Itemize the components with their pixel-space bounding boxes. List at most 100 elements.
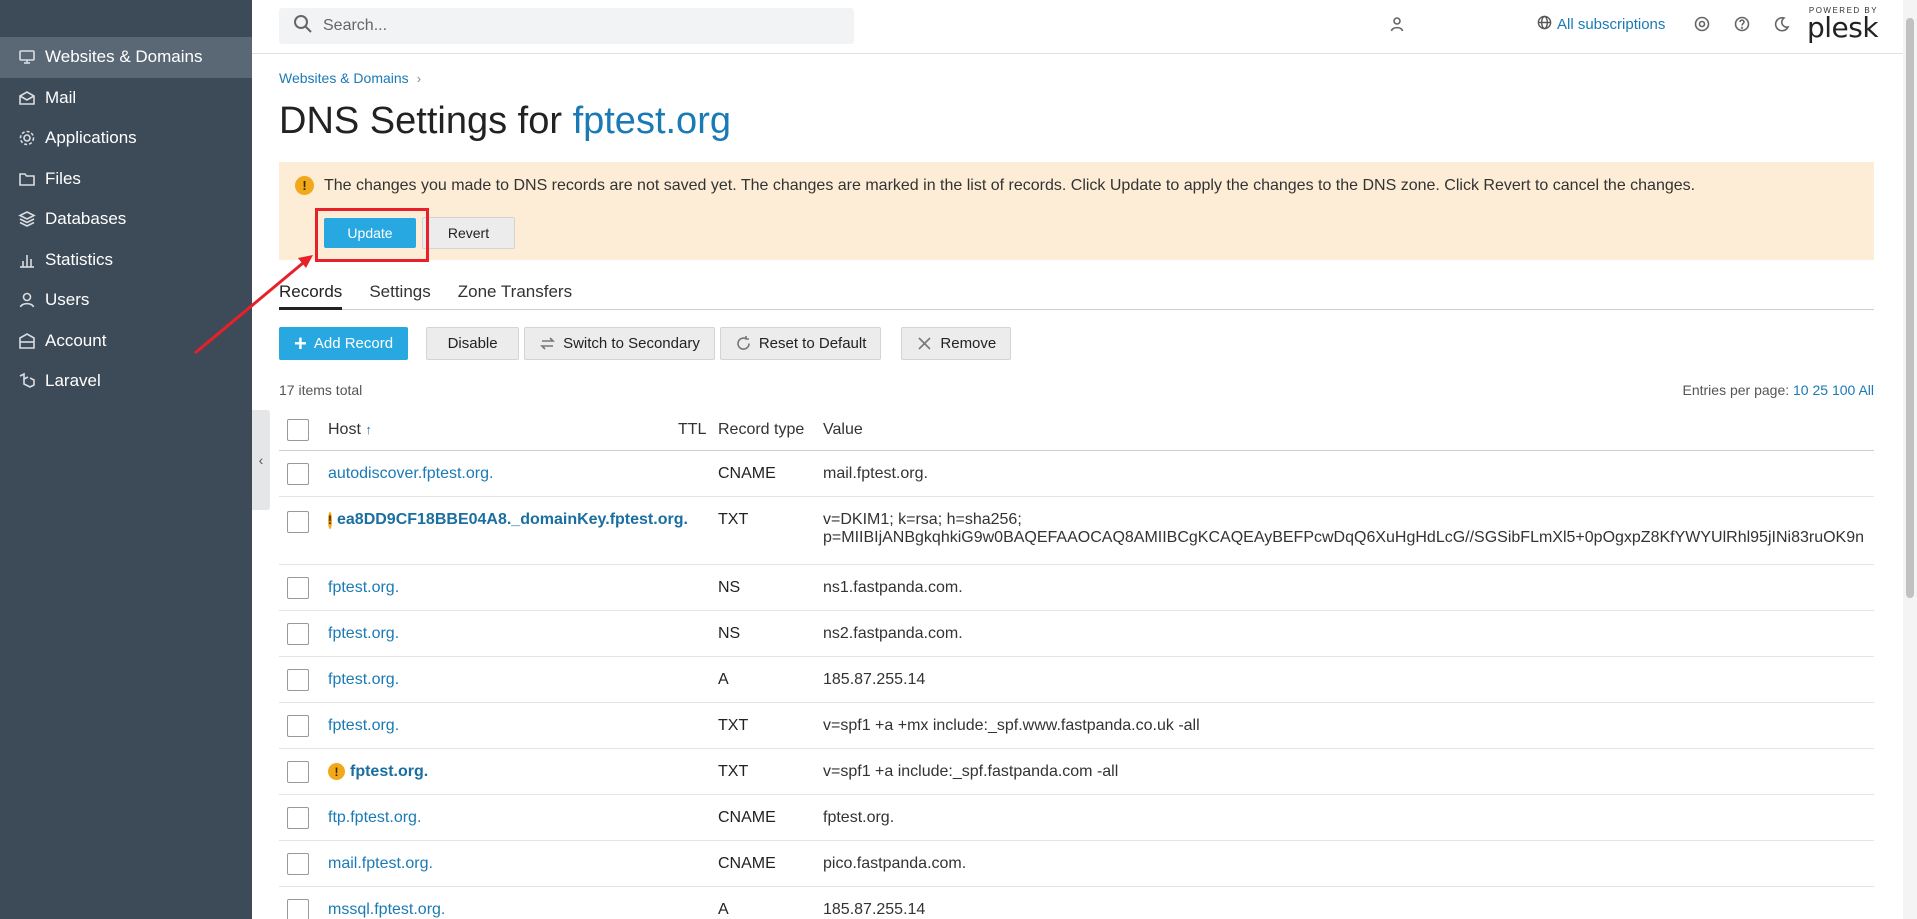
help-icon[interactable] bbox=[1734, 16, 1750, 37]
column-host[interactable]: Host ↑ bbox=[328, 421, 678, 439]
row-checkbox[interactable] bbox=[287, 668, 309, 691]
tab-settings[interactable]: Settings bbox=[369, 282, 430, 310]
unsaved-changes-warning: ! The changes you made to DNS records ar… bbox=[279, 162, 1874, 262]
main-content: Websites & Domains › DNS Settings for fp… bbox=[279, 54, 1874, 919]
subscriptions-selector[interactable]: All subscriptions bbox=[1537, 15, 1665, 34]
sidebar-item-label: Files bbox=[45, 168, 81, 188]
record-host[interactable]: mail.fptest.org. bbox=[328, 855, 678, 873]
update-highlight-box bbox=[315, 208, 429, 262]
reset-to-default-button[interactable]: Reset to Default bbox=[719, 327, 882, 360]
record-host[interactable]: fptest.org. bbox=[328, 579, 678, 597]
page-scrollbar[interactable] bbox=[1903, 0, 1917, 919]
dark-mode-icon[interactable] bbox=[1774, 16, 1790, 37]
row-checkbox[interactable] bbox=[287, 714, 309, 737]
sidebar-item-account[interactable]: Account bbox=[0, 321, 252, 362]
subscriptions-label: All subscriptions bbox=[1557, 16, 1666, 33]
column-record-type[interactable]: Record type bbox=[718, 421, 823, 439]
sidebar-item-users[interactable]: Users bbox=[0, 280, 252, 321]
table-row: mssql.fptest.org. A 185.87.255.14 bbox=[279, 887, 1874, 919]
list-meta: 17 items total Entries per page: 10 25 1… bbox=[279, 382, 1874, 398]
table-row: fptest.org. TXT v=spf1 +a +mx include:_s… bbox=[279, 703, 1874, 749]
table-row: fptest.org. A 185.87.255.14 bbox=[279, 657, 1874, 703]
row-checkbox[interactable] bbox=[287, 511, 309, 533]
warning-text: The changes you made to DNS records are … bbox=[324, 176, 1696, 194]
per-page-100[interactable]: 100 bbox=[1832, 382, 1855, 398]
sidebar-item-databases[interactable]: Databases bbox=[0, 199, 252, 240]
search-input[interactable] bbox=[323, 17, 823, 35]
page-title-domain[interactable]: fptest.org bbox=[573, 100, 731, 142]
breadcrumb-websites-domains[interactable]: Websites & Domains bbox=[279, 70, 409, 86]
record-value: mail.fptest.org. bbox=[823, 464, 928, 482]
record-host[interactable]: mssql.fptest.org. bbox=[328, 901, 678, 919]
table-row: fptest.org. NS ns2.fastpanda.com. bbox=[279, 611, 1874, 657]
record-host[interactable]: fptest.org. bbox=[328, 671, 678, 689]
reset-icon bbox=[735, 335, 752, 352]
reset-label: Reset to Default bbox=[758, 335, 867, 352]
row-checkbox[interactable] bbox=[287, 852, 309, 875]
row-checkbox[interactable] bbox=[287, 806, 309, 829]
row-checkbox[interactable] bbox=[287, 760, 309, 783]
per-page-10[interactable]: 10 bbox=[1793, 382, 1809, 398]
record-host-cell[interactable]: ! ea8DD9CF18BBE04A8._domainKey.fptest.org… bbox=[328, 511, 688, 529]
sidebar-item-label: Mail bbox=[45, 87, 77, 107]
record-type: NS bbox=[718, 578, 741, 596]
record-type: TXT bbox=[718, 716, 749, 734]
record-host[interactable]: ftp.fptest.org. bbox=[328, 809, 678, 827]
row-checkbox[interactable] bbox=[287, 898, 309, 919]
switch-label: Switch to Secondary bbox=[563, 335, 700, 352]
feedback-icon[interactable] bbox=[1694, 16, 1710, 37]
folder-icon bbox=[18, 170, 36, 188]
record-host[interactable]: ea8DD9CF18BBE04A8._domainKey.fptest.org. bbox=[337, 511, 688, 529]
table-header: Host ↑ TTL Record type Value bbox=[279, 409, 1874, 451]
plus-icon: + bbox=[294, 330, 307, 356]
record-value: v=DKIM1; k=rsa; h=sha256; p=MIIBIjANBgkq… bbox=[823, 511, 1874, 547]
sidebar-item-applications[interactable]: Applications bbox=[0, 118, 252, 159]
sidebar-item-laravel[interactable]: Laravel bbox=[0, 361, 252, 402]
sidebar-item-mail[interactable]: Mail bbox=[0, 78, 252, 119]
record-host[interactable]: fptest.org. bbox=[350, 763, 428, 781]
add-record-button[interactable]: + Add Record bbox=[279, 327, 409, 360]
account-icon bbox=[18, 332, 36, 350]
select-all-checkbox[interactable] bbox=[287, 418, 309, 441]
record-value: pico.fastpanda.com. bbox=[823, 854, 967, 872]
sidebar-item-label: Users bbox=[45, 290, 90, 310]
row-checkbox[interactable] bbox=[287, 622, 309, 645]
record-value: ns1.fastpanda.com. bbox=[823, 578, 963, 596]
switch-to-secondary-button[interactable]: Switch to Secondary bbox=[524, 327, 715, 360]
record-value: 185.87.255.14 bbox=[823, 900, 926, 918]
record-type: CNAME bbox=[718, 854, 776, 872]
sidebar-item-websites-domains[interactable]: Websites & Domains bbox=[0, 37, 252, 78]
sidebar-item-statistics[interactable]: Statistics bbox=[0, 240, 252, 281]
record-value: fptest.org. bbox=[823, 808, 895, 826]
search-box[interactable] bbox=[279, 8, 854, 44]
table-row: autodiscover.fptest.org. CNAME mail.fpte… bbox=[279, 451, 1874, 497]
disable-button[interactable]: Disable bbox=[426, 327, 520, 360]
table-row: ! fptest.org. TXT v=spf1 +a include:_spf.… bbox=[279, 749, 1874, 795]
row-checkbox[interactable] bbox=[287, 462, 309, 485]
bar-chart-icon bbox=[18, 251, 36, 269]
record-host[interactable]: autodiscover.fptest.org. bbox=[328, 465, 678, 483]
sidebar-item-files[interactable]: Files bbox=[0, 159, 252, 200]
column-ttl[interactable]: TTL bbox=[678, 421, 718, 439]
record-host[interactable]: fptest.org. bbox=[328, 625, 678, 643]
tab-zone-transfers[interactable]: Zone Transfers bbox=[458, 282, 572, 310]
column-value[interactable]: Value bbox=[823, 421, 1874, 439]
per-page-all[interactable]: All bbox=[1858, 382, 1874, 398]
dns-records-table: Host ↑ TTL Record type Value autodiscove… bbox=[279, 409, 1874, 919]
user-profile-icon[interactable] bbox=[1389, 16, 1405, 37]
remove-button[interactable]: Remove bbox=[901, 327, 1012, 360]
record-host[interactable]: fptest.org. bbox=[328, 717, 678, 735]
tab-records[interactable]: Records bbox=[279, 282, 343, 310]
scrollbar-thumb[interactable] bbox=[1906, 18, 1914, 598]
record-value-line-2: p=MIIBIjANBgkqhkiG9w0BAQEFAAOCAQ8AMIIBCg… bbox=[823, 529, 1864, 546]
record-host-cell[interactable]: ! fptest.org. bbox=[328, 763, 678, 781]
sidebar-collapse-handle[interactable]: ‹ bbox=[252, 410, 270, 510]
revert-button[interactable]: Revert bbox=[422, 217, 515, 249]
records-toolbar: + Add Record Disable Switch to Secondary … bbox=[279, 327, 1016, 360]
tabs: Records Settings Zone Transfers bbox=[279, 282, 1874, 310]
monitor-icon bbox=[18, 48, 36, 66]
row-checkbox[interactable] bbox=[287, 576, 309, 599]
logo-plesk: plesk bbox=[1807, 11, 1879, 44]
mail-icon bbox=[18, 89, 36, 107]
per-page-25[interactable]: 25 bbox=[1812, 382, 1828, 398]
